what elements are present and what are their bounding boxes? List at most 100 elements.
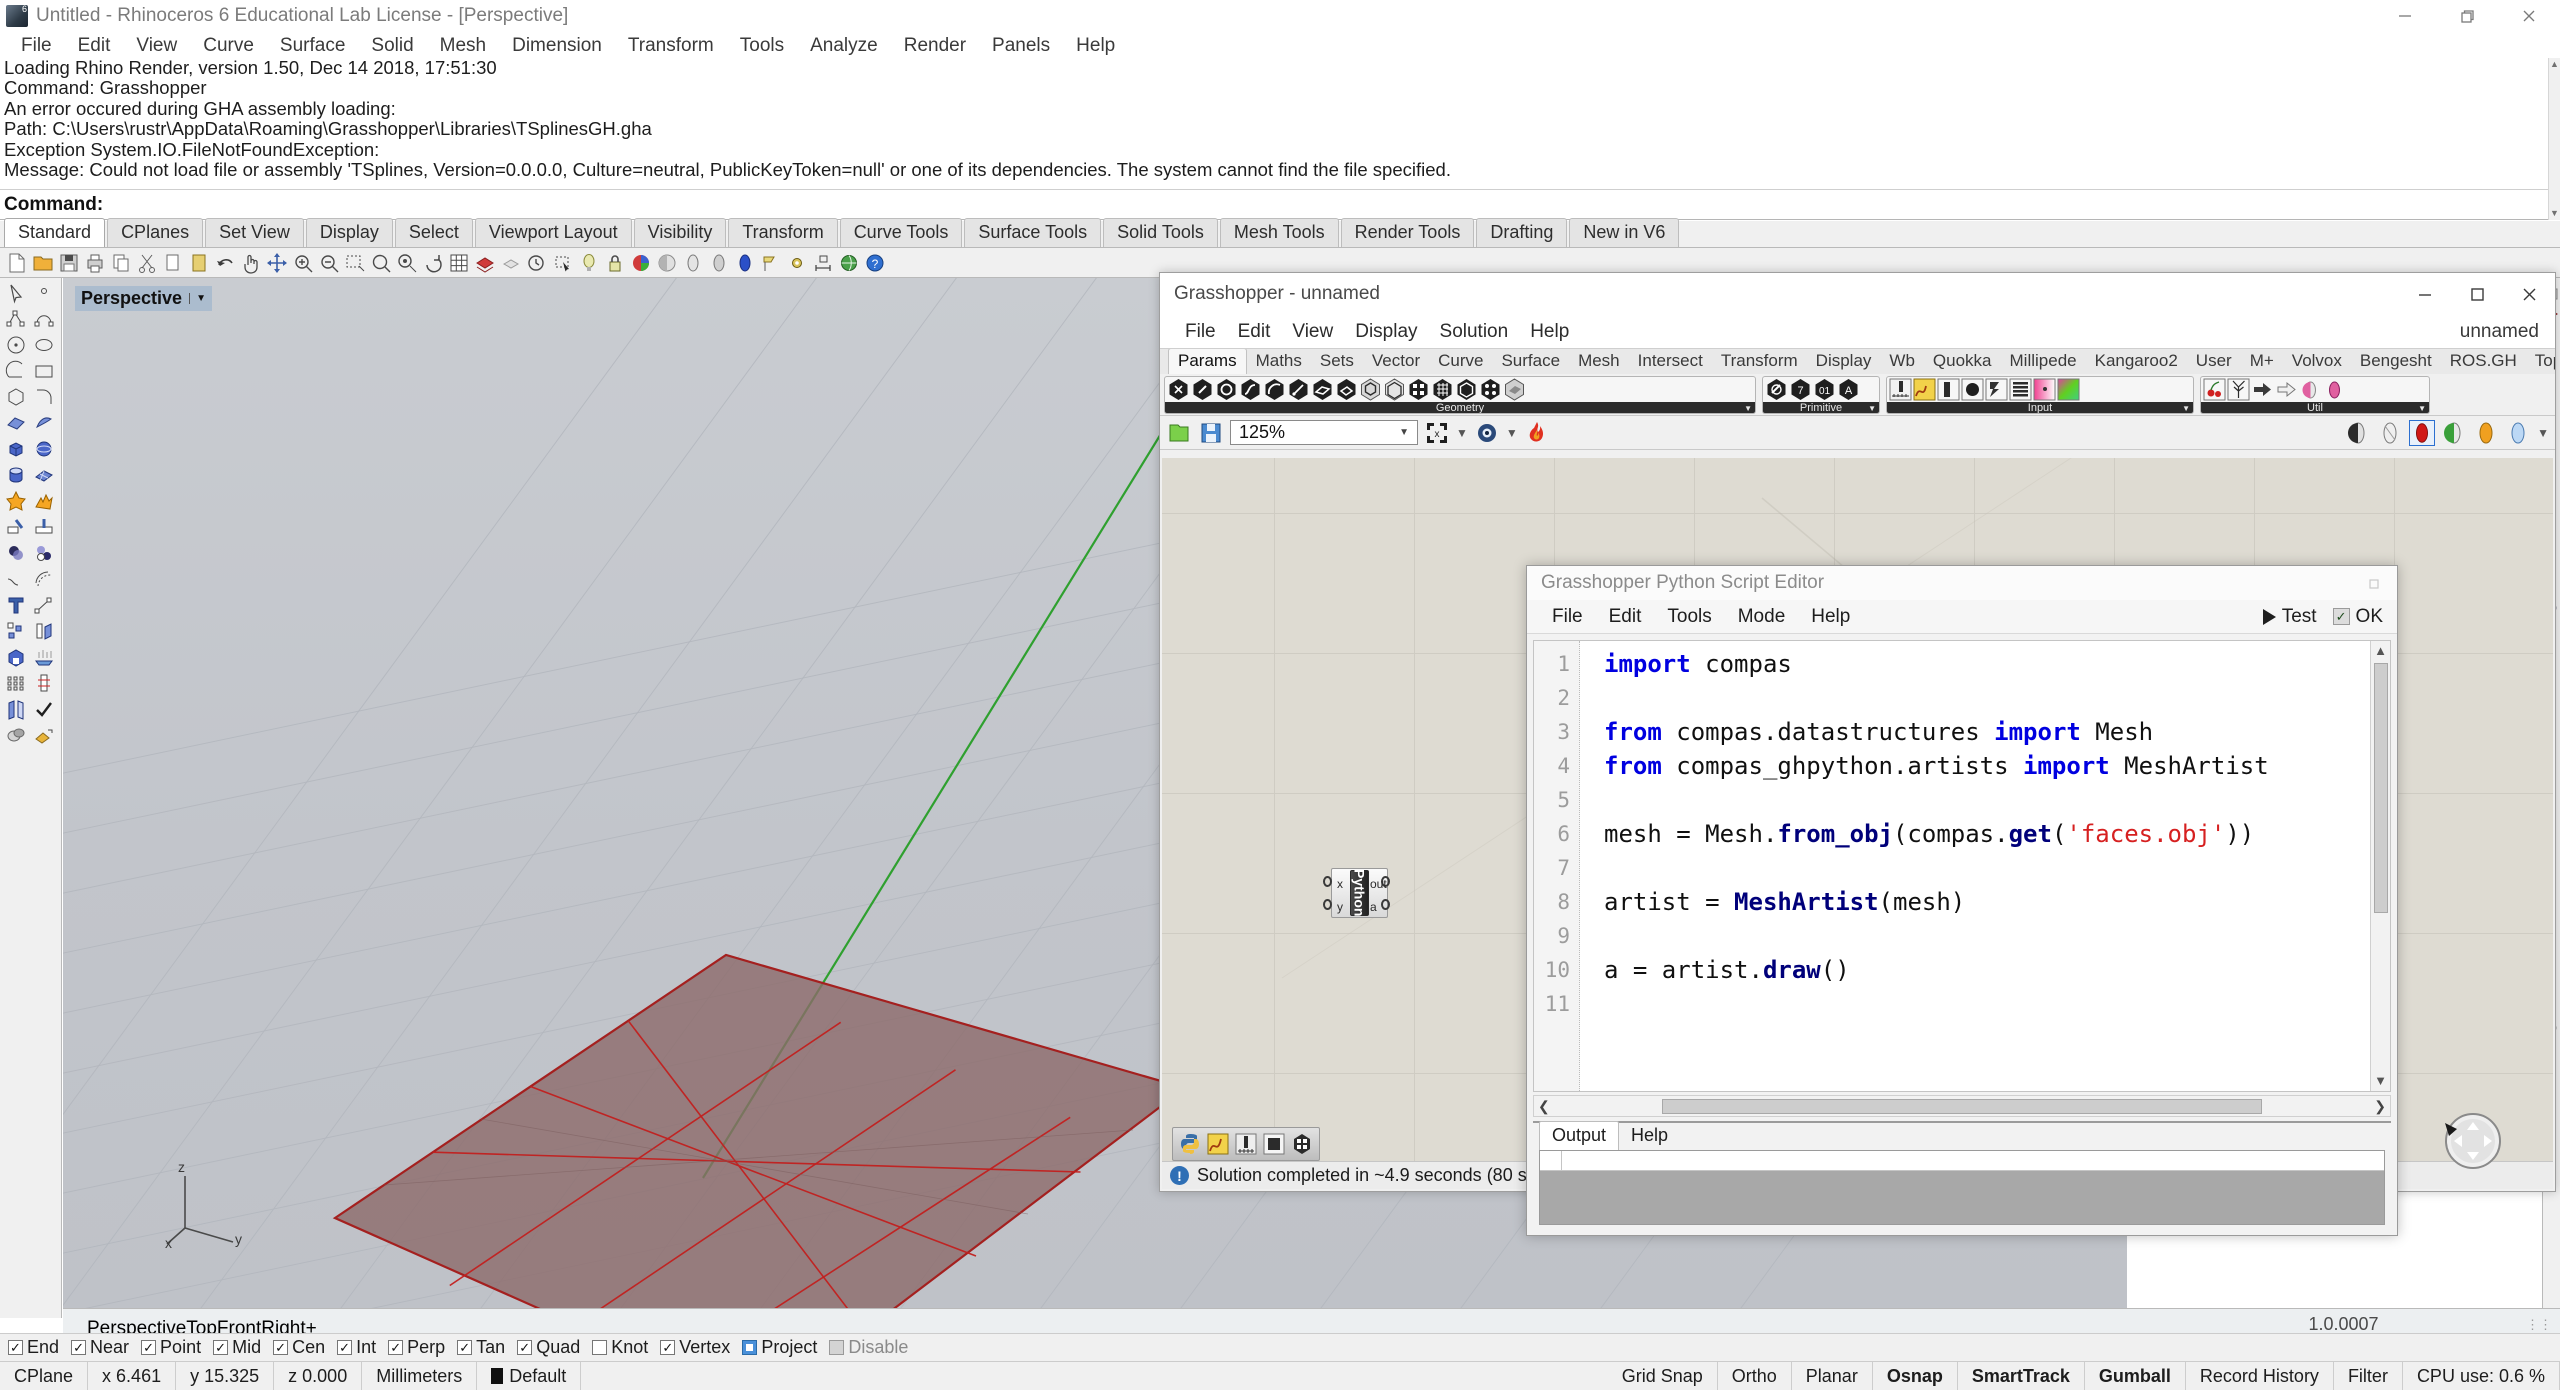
chevron-down-icon[interactable]: ▼: [2418, 404, 2426, 413]
explode-icon[interactable]: [32, 489, 56, 513]
lock-icon[interactable]: [603, 251, 627, 275]
layers-icon[interactable]: [473, 251, 497, 275]
node-output-knob-a[interactable]: [1381, 899, 1390, 910]
gh-tab-volvox[interactable]: Volvox: [2283, 349, 2351, 374]
command-input[interactable]: [107, 194, 2548, 216]
scroll-down-icon[interactable]: ▼: [2374, 1071, 2387, 1091]
toolbar-tab-solid-tools[interactable]: Solid Tools: [1103, 218, 1218, 247]
polygon-icon[interactable]: [4, 385, 28, 409]
move-icon[interactable]: [265, 251, 289, 275]
analyze-icon[interactable]: [32, 671, 56, 695]
osnap-quad[interactable]: Quad: [517, 1337, 580, 1358]
extrude-icon[interactable]: [32, 619, 56, 643]
draw-orange-icon[interactable]: [2473, 420, 2499, 446]
gh-zoom-combo[interactable]: 125% ▼: [1230, 420, 1418, 445]
gh-tab-mplus[interactable]: M+: [2241, 349, 2283, 374]
checkbox-icon[interactable]: [273, 1340, 288, 1355]
osnap-tan[interactable]: Tan: [457, 1337, 505, 1358]
gh-tab-quokka[interactable]: Quokka: [1924, 349, 2001, 374]
toolbar-tab-curve-tools[interactable]: Curve Tools: [840, 218, 963, 247]
rhino-menu-help[interactable]: Help: [1063, 32, 1128, 60]
osnap-mid[interactable]: Mid: [213, 1337, 261, 1358]
python-component-node[interactable]: Python x y out a: [1323, 868, 1385, 918]
scrollbar-thumb[interactable]: [2374, 663, 2388, 913]
py-menu-file[interactable]: File: [1539, 604, 1596, 630]
check-icon[interactable]: [32, 697, 56, 721]
close-icon[interactable]: [2503, 273, 2555, 315]
graph-mapper-icon[interactable]: [1913, 378, 1936, 401]
preview-off-icon[interactable]: [2345, 420, 2371, 446]
layer-off-icon[interactable]: [499, 251, 523, 275]
polyline-icon[interactable]: [4, 307, 28, 331]
panel-icon[interactable]: [1937, 378, 1960, 401]
select-arrow-icon[interactable]: [4, 281, 28, 305]
number-slider-icon[interactable]: [1889, 378, 1912, 401]
transparency-icon[interactable]: [2505, 420, 2531, 446]
osnap-project[interactable]: Project: [742, 1337, 817, 1358]
surface-from-points-icon[interactable]: [4, 411, 28, 435]
shade-view-icon[interactable]: [4, 723, 28, 747]
status-units[interactable]: Millimeters: [362, 1362, 477, 1390]
toolbar-tab-render-tools[interactable]: Render Tools: [1341, 218, 1475, 247]
osnap-end[interactable]: End: [8, 1337, 59, 1358]
scroll-right-icon[interactable]: ❯: [2374, 1098, 2386, 1115]
rhino-menu-view[interactable]: View: [123, 32, 190, 60]
gh-tab-wb[interactable]: Wb: [1880, 349, 1924, 374]
gh-tab-ros-gh[interactable]: ROS.GH: [2441, 349, 2526, 374]
param-field-icon[interactable]: [1431, 378, 1454, 401]
param-line-icon[interactable]: [1287, 378, 1310, 401]
param-point-icon[interactable]: [1167, 378, 1190, 401]
scrollbar-thumb[interactable]: [1662, 1099, 2262, 1114]
data-param-pink-icon[interactable]: [2299, 378, 2322, 401]
render-preview-icon[interactable]: [707, 251, 731, 275]
chevron-down-icon[interactable]: ▼: [189, 293, 206, 304]
chevron-down-icon[interactable]: ▼: [1399, 427, 1409, 438]
pan-icon[interactable]: [239, 251, 263, 275]
zoom-window-icon[interactable]: [343, 251, 367, 275]
tab-help[interactable]: Help: [1619, 1122, 1680, 1150]
osnap-knot[interactable]: Knot: [592, 1337, 648, 1358]
maximize-icon[interactable]: [2451, 273, 2503, 315]
osnap-cen[interactable]: Cen: [273, 1337, 325, 1358]
ellipse-icon[interactable]: [32, 333, 56, 357]
osnap-vertex[interactable]: Vertex: [660, 1337, 730, 1358]
cylinder-icon[interactable]: [4, 463, 28, 487]
gh-tab-sets[interactable]: Sets: [1311, 349, 1363, 374]
gh-tab-mesh[interactable]: Mesh: [1569, 349, 1629, 374]
mesh-plane-icon[interactable]: [32, 463, 56, 487]
toolbar-tab-viewport-layout[interactable]: Viewport Layout: [475, 218, 632, 247]
toolbar-tab-standard[interactable]: Standard: [4, 218, 105, 247]
loft-icon[interactable]: [32, 411, 56, 435]
param-geometry-icon[interactable]: [1383, 378, 1406, 401]
gh-tab-params[interactable]: Params: [1168, 348, 1247, 374]
arc-icon[interactable]: [4, 359, 28, 383]
checkbox-icon[interactable]: [829, 1340, 844, 1355]
data-param-magenta-icon[interactable]: [2323, 378, 2346, 401]
scroll-left-icon[interactable]: ❮: [1538, 1098, 1550, 1115]
toolbar-tab-surface-tools[interactable]: Surface Tools: [964, 218, 1101, 247]
gh-tab-topopt[interactable]: TopOpt: [2526, 349, 2555, 374]
resize-grip-icon[interactable]: ⋮⋮: [2526, 1317, 2552, 1333]
rhino-menu-tools[interactable]: Tools: [727, 32, 797, 60]
rhino-menu-analyze[interactable]: Analyze: [797, 32, 891, 60]
checkbox-icon[interactable]: [592, 1340, 607, 1355]
zoom-extents-icon[interactable]: x: [1424, 420, 1450, 446]
gradient-icon[interactable]: [2033, 378, 2056, 401]
toolbar-tab-set-view[interactable]: Set View: [205, 218, 304, 247]
ok-button[interactable]: ✓ OK: [2333, 606, 2383, 628]
bake-icon[interactable]: [1524, 420, 1550, 446]
rectangle-icon[interactable]: [32, 359, 56, 383]
restore-icon[interactable]: [2436, 0, 2498, 31]
python-code-editor[interactable]: 1 2 3 4 5 6 7 8 9 10 11 import compas fr…: [1533, 640, 2391, 1092]
rhino-menu-render[interactable]: Render: [891, 32, 979, 60]
node-input-knob-x[interactable]: [1323, 876, 1332, 887]
param-number-icon[interactable]: 01: [1813, 378, 1836, 401]
toolbar-tab-select[interactable]: Select: [395, 218, 473, 247]
osnap-near[interactable]: Near: [71, 1337, 129, 1358]
param-brep-icon[interactable]: [1335, 378, 1358, 401]
annotate-icon[interactable]: [759, 251, 783, 275]
paint-icon[interactable]: [32, 723, 56, 747]
chevron-down-icon[interactable]: ▼: [2182, 404, 2190, 413]
options-icon[interactable]: [785, 251, 809, 275]
gh-tab-vector[interactable]: Vector: [1363, 349, 1429, 374]
